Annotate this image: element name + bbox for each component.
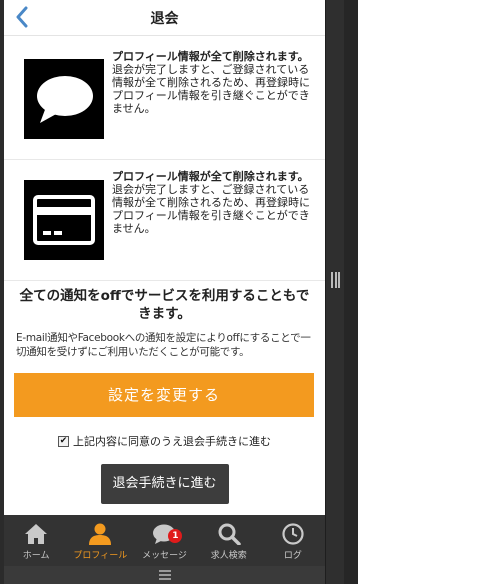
- tab-job-search[interactable]: 求人検索: [197, 515, 261, 566]
- tab-label: メッセージ: [142, 551, 187, 561]
- agree-row[interactable]: ✔ 上記内容に同意のうえ退会手続きに進む: [4, 433, 325, 449]
- tab-label: プロフィール: [73, 551, 128, 561]
- panel-splitter[interactable]: [325, 0, 344, 584]
- notify-heading: 全ての通知をoffでサービスを利用することもできます。: [19, 288, 310, 322]
- agree-checkbox[interactable]: ✔: [58, 435, 69, 447]
- info-row: プロフィール情報が全て削除されます。 退会が完了しますと、ご登録されている情報が…: [4, 160, 325, 281]
- tab-log[interactable]: ログ: [261, 515, 325, 566]
- page-header: 退会: [4, 0, 325, 36]
- tab-bar: ホーム プロフィール 1 メッセージ 求人検索 ログ: [4, 515, 325, 566]
- agree-label[interactable]: 上記内容に同意のうえ退会手続きに進む: [73, 433, 271, 449]
- hamburger-menu-icon[interactable]: [158, 570, 171, 580]
- page-title: 退会: [150, 11, 179, 27]
- info-title: プロフィール情報が全て削除されます。: [112, 50, 309, 63]
- search-icon: [218, 523, 241, 545]
- clock-icon: [282, 523, 304, 545]
- person-icon: [89, 523, 112, 545]
- change-settings-button[interactable]: 設定を変更する: [14, 373, 314, 417]
- info-text: プロフィール情報が全て削除されます。 退会が完了しますと、ご登録されている情報が…: [112, 170, 316, 235]
- info-body: 退会が完了しますと、ご登録されている情報が全て削除されるため、再登録時にプロフィ…: [112, 63, 310, 115]
- bottom-menu-bar: [4, 566, 325, 584]
- speech-bubble-icon: [37, 76, 93, 123]
- tab-label: 求人検索: [210, 551, 247, 561]
- tab-home[interactable]: ホーム: [4, 515, 68, 566]
- splitter-grip-icon[interactable]: [331, 272, 340, 288]
- info-body: 退会が完了しますと、ご登録されている情報が全て削除されるため、再登録時にプロフィ…: [112, 183, 310, 235]
- proceed-withdrawal-button[interactable]: 退会手続きに進む: [100, 464, 229, 504]
- info-icon-box: [24, 180, 104, 260]
- home-icon: [25, 524, 48, 544]
- info-text: プロフィール情報が全て削除されます。 退会が完了しますと、ご登録されている情報が…: [112, 50, 316, 115]
- notify-description: E-mail通知やFacebookへの通知を設定によりoffにすることで一切通知…: [16, 332, 311, 358]
- info-title: プロフィール情報が全て削除されます。: [112, 170, 309, 183]
- panel-edge: [344, 0, 358, 584]
- tab-label: ログ: [283, 551, 302, 561]
- phone-screen: 退会 プロフィール情報が全て削除されます。 退会が完了しますと、ご登録されている…: [4, 0, 325, 566]
- canvas-area: [358, 0, 500, 584]
- info-row: プロフィール情報が全て削除されます。 退会が完了しますと、ご登録されている情報が…: [4, 36, 325, 160]
- message-count-badge: 1: [168, 529, 183, 543]
- info-icon-box: [24, 59, 104, 139]
- tab-label: ホーム: [22, 551, 50, 561]
- tab-messages[interactable]: 1 メッセージ: [132, 515, 196, 566]
- credit-card-icon: [33, 195, 95, 245]
- tab-profile[interactable]: プロフィール: [68, 515, 132, 566]
